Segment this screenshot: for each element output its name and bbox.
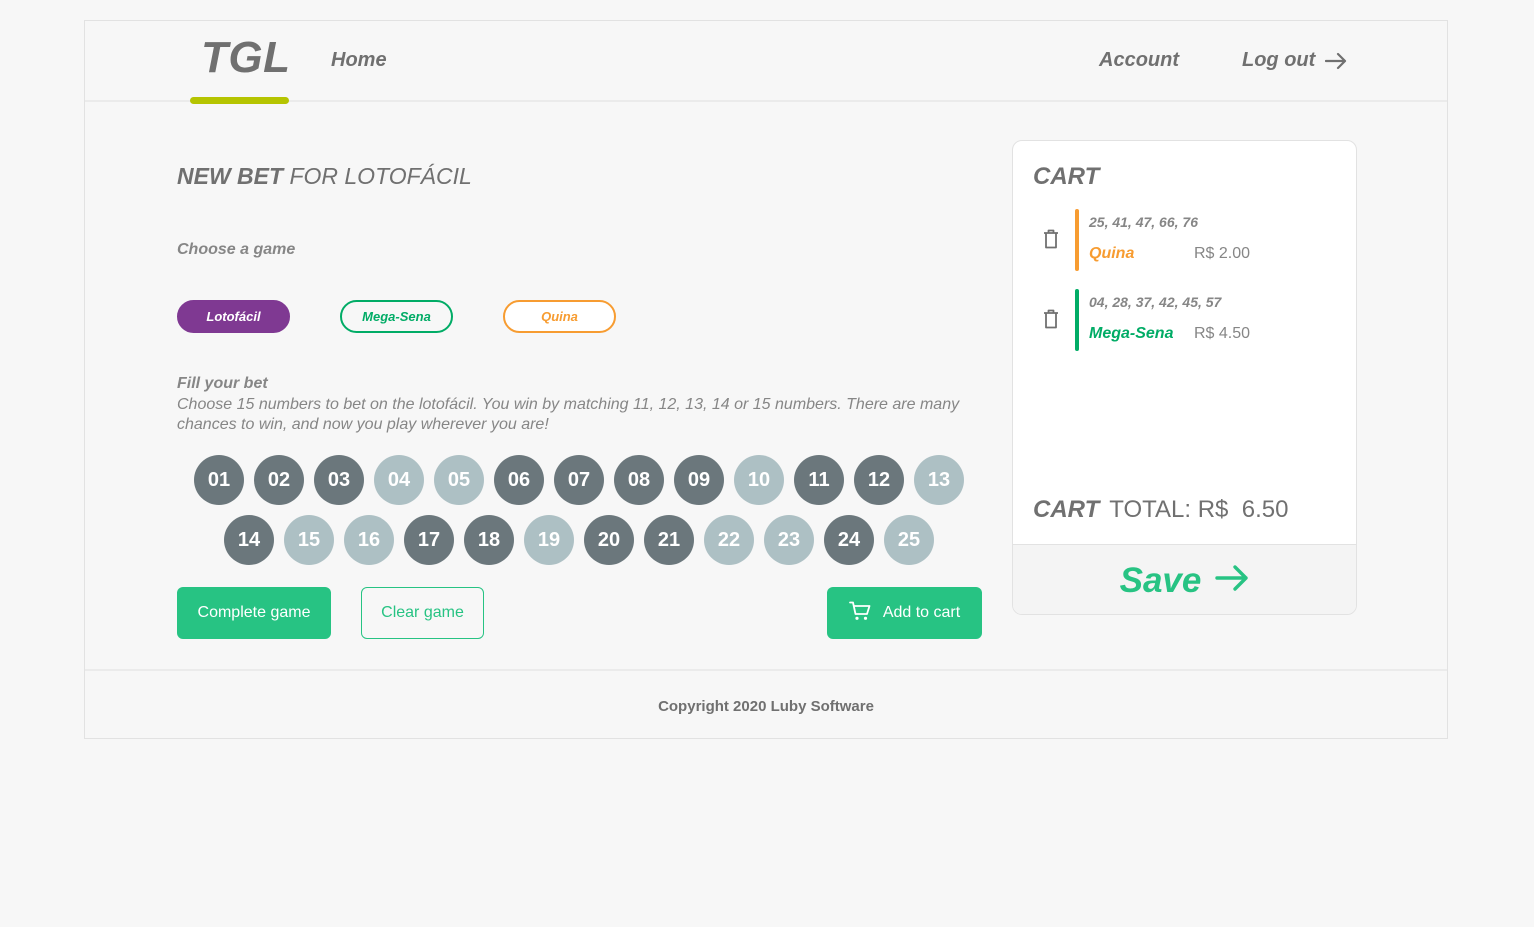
cart-item-numbers: 04, 28, 37, 42, 45, 57 <box>1089 294 1222 310</box>
number-ball-16[interactable]: 16 <box>344 515 394 565</box>
save-label: Save <box>1119 561 1202 600</box>
cart-panel: CART 25, 41, 47, 66, 76 Quina R$ 2.00 04… <box>1012 140 1357 615</box>
number-ball-20[interactable]: 20 <box>584 515 634 565</box>
add-to-cart-label: Add to cart <box>882 604 961 621</box>
arrow-right-icon <box>1325 52 1347 70</box>
title-rest: FOR LOTOFÁCIL <box>283 163 472 189</box>
cart-item-game: Mega-Sena <box>1089 325 1174 342</box>
number-ball-14[interactable]: 14 <box>224 515 274 565</box>
number-ball-22[interactable]: 22 <box>704 515 754 565</box>
nav-account-link[interactable]: Account <box>1099 49 1179 72</box>
number-ball-13[interactable]: 13 <box>914 455 964 505</box>
cart-total-label: CART <box>1033 496 1100 523</box>
arrow-right-icon <box>1215 561 1249 601</box>
cart-item-numbers: 25, 41, 47, 66, 76 <box>1089 214 1198 230</box>
copyright-text: Copyright 2020 Luby Software <box>658 697 874 715</box>
number-ball-10[interactable]: 10 <box>734 455 784 505</box>
number-ball-06[interactable]: 06 <box>494 455 544 505</box>
save-button[interactable]: Save <box>1013 544 1356 614</box>
fill-bet-label: Fill your bet <box>177 375 268 392</box>
cart-total-value: TOTAL: R$ 6.50 <box>1109 496 1289 523</box>
cart-item-color-bar <box>1075 289 1079 351</box>
number-ball-11[interactable]: 11 <box>794 455 844 505</box>
fill-bet-description: Choose 15 numbers to bet on the lotofáci… <box>177 396 960 433</box>
number-ball-01[interactable]: 01 <box>194 455 244 505</box>
number-ball-07[interactable]: 07 <box>554 455 604 505</box>
cart-item-price: R$ 4.50 <box>1194 325 1251 342</box>
number-ball-18[interactable]: 18 <box>464 515 514 565</box>
number-ball-09[interactable]: 09 <box>674 455 724 505</box>
cart-title: CART <box>1033 163 1100 190</box>
complete-game-button[interactable]: Complete game <box>177 587 331 639</box>
number-ball-19[interactable]: 19 <box>524 515 574 565</box>
cart-item: 25, 41, 47, 66, 76 Quina R$ 2.00 <box>1033 209 1333 271</box>
cart-item-color-bar <box>1075 209 1079 271</box>
number-ball-05[interactable]: 05 <box>434 455 484 505</box>
clear-game-button[interactable]: Clear game <box>361 587 484 639</box>
number-ball-12[interactable]: 12 <box>854 455 904 505</box>
number-ball-04[interactable]: 04 <box>374 455 424 505</box>
number-ball-17[interactable]: 17 <box>404 515 454 565</box>
nav-home-link[interactable]: Home <box>331 49 387 72</box>
game-button-quina[interactable]: Quina <box>503 300 616 333</box>
cart-icon <box>848 601 871 626</box>
game-button-mega-sena[interactable]: Mega-Sena <box>340 300 453 333</box>
game-button-lotofacil[interactable]: Lotofácil <box>177 300 290 333</box>
page-title: NEW BET FOR LOTOFÁCIL <box>177 163 472 190</box>
footer: Copyright 2020 Luby Software <box>85 669 1447 741</box>
cart-item-game: Quina <box>1089 245 1135 262</box>
add-to-cart-button[interactable]: Add to cart <box>827 587 982 639</box>
logo-underline <box>190 97 289 104</box>
number-ball-21[interactable]: 21 <box>644 515 694 565</box>
trash-icon[interactable] <box>1043 229 1059 254</box>
number-ball-02[interactable]: 02 <box>254 455 304 505</box>
logout-label: Log out <box>1242 49 1316 71</box>
number-ball-25[interactable]: 25 <box>884 515 934 565</box>
title-bold: NEW BET <box>177 163 284 189</box>
page-frame: TGL Home Account Log out NEW BET FOR LOT… <box>84 20 1448 739</box>
nav-logout-link[interactable]: Log out <box>1242 49 1347 72</box>
cart-item-price: R$ 2.00 <box>1194 245 1251 262</box>
number-ball-15[interactable]: 15 <box>284 515 334 565</box>
number-ball-24[interactable]: 24 <box>824 515 874 565</box>
logo: TGL <box>201 33 291 82</box>
number-ball-08[interactable]: 08 <box>614 455 664 505</box>
trash-icon[interactable] <box>1043 309 1059 334</box>
number-ball-23[interactable]: 23 <box>764 515 814 565</box>
number-ball-03[interactable]: 03 <box>314 455 364 505</box>
cart-item: 04, 28, 37, 42, 45, 57 Mega-Sena R$ 4.50 <box>1033 289 1333 351</box>
top-navbar: TGL Home Account Log out <box>85 21 1447 104</box>
choose-game-label: Choose a game <box>177 241 296 258</box>
cart-total: CART TOTAL: R$ 6.50 <box>1033 496 1288 524</box>
